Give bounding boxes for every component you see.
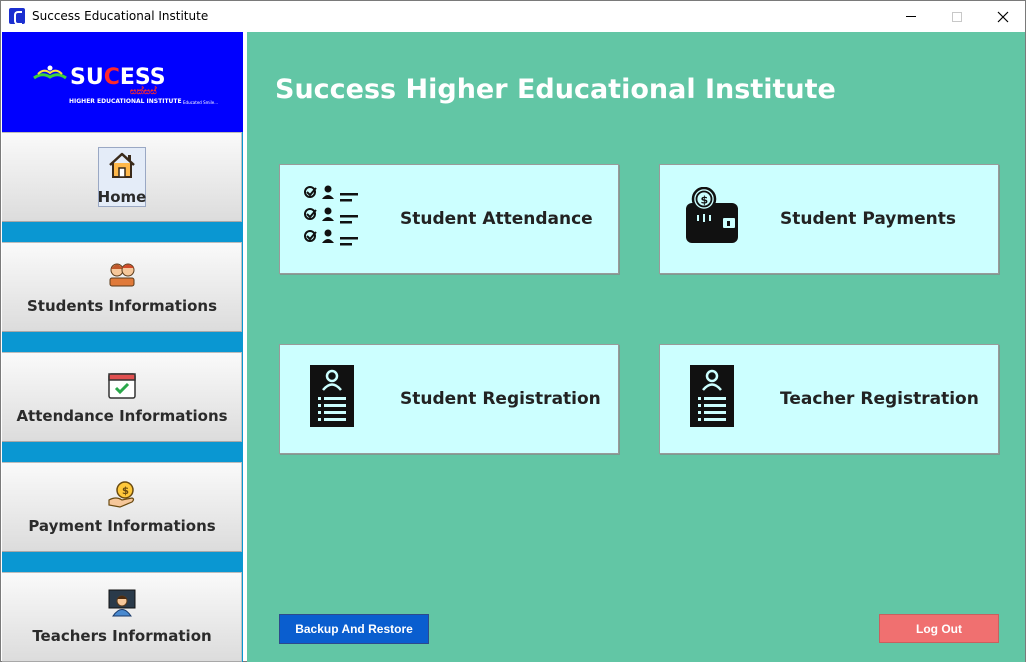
sidebar-item-label: Students Informations — [26, 297, 218, 315]
card-label: Student Payments — [780, 209, 956, 229]
maximize-button[interactable] — [934, 1, 980, 32]
sidebar-item-label: Payment Informations — [28, 517, 216, 535]
calendar-check-icon — [108, 373, 136, 399]
close-button[interactable] — [980, 1, 1026, 32]
page-title: Success Higher Educational Institute — [275, 74, 836, 105]
logo-tagline: Educated Smile... — [183, 100, 219, 105]
sidebar: SUCESS සක්සස් HIGHER EDUCATIONAL INSTITU… — [2, 32, 243, 662]
app-icon — [9, 8, 25, 25]
maximize-icon — [952, 11, 962, 22]
logo: SUCESS සක්සස් HIGHER EDUCATIONAL INSTITU… — [2, 32, 243, 132]
card-label: Student Registration — [400, 389, 601, 409]
sidebar-item-label: Attendance Informations — [16, 407, 228, 425]
wallet-icon: $ — [686, 187, 738, 243]
window-title: Success Educational Institute — [32, 9, 209, 23]
book-icon — [33, 65, 67, 80]
registration-form-icon — [690, 365, 734, 427]
home-icon — [109, 152, 135, 178]
logo-subtitle: HIGHER EDUCATIONAL INSTITUTE — [69, 98, 182, 105]
card-label: Student Attendance — [400, 209, 593, 229]
student-registration-card[interactable]: Student Registration — [279, 344, 619, 454]
main-panel: Success Higher Educational Institute Stu… — [247, 32, 1025, 662]
sidebar-item-students[interactable]: Students Informations — [2, 242, 242, 332]
sidebar-item-home[interactable]: Home — [2, 132, 242, 222]
sidebar-item-label: Teachers Information — [32, 627, 212, 645]
logout-button[interactable]: Log Out — [879, 614, 999, 643]
checklist-icon — [304, 185, 358, 246]
sidebar-item-payment[interactable]: $ Payment Informations — [2, 462, 242, 552]
teacher-icon — [108, 589, 136, 617]
teacher-registration-card[interactable]: Teacher Registration — [659, 344, 999, 454]
minimize-icon — [906, 16, 916, 17]
sidebar-item-teachers[interactable]: Teachers Information — [2, 572, 242, 662]
sidebar-item-attendance[interactable]: Attendance Informations — [2, 352, 242, 442]
title-bar: Success Educational Institute — [1, 1, 1025, 32]
logo-sinhala-text: සක්සස් — [130, 87, 157, 97]
registration-form-icon — [310, 365, 354, 427]
minimize-button[interactable] — [888, 1, 934, 32]
backup-restore-button[interactable]: Backup And Restore — [279, 614, 429, 644]
students-icon — [109, 263, 135, 287]
card-label: Teacher Registration — [780, 389, 979, 409]
svg-text:$: $ — [122, 486, 129, 497]
sidebar-item-label: Home — [97, 188, 147, 206]
hand-coin-icon: $ — [108, 481, 135, 508]
close-icon — [997, 11, 1009, 22]
student-attendance-card[interactable]: Student Attendance — [279, 164, 619, 274]
app-window: Success Educational Institute SUCESS සක්… — [0, 0, 1026, 662]
student-payments-card[interactable]: $ Student Payments — [659, 164, 999, 274]
svg-text:$: $ — [701, 194, 709, 207]
